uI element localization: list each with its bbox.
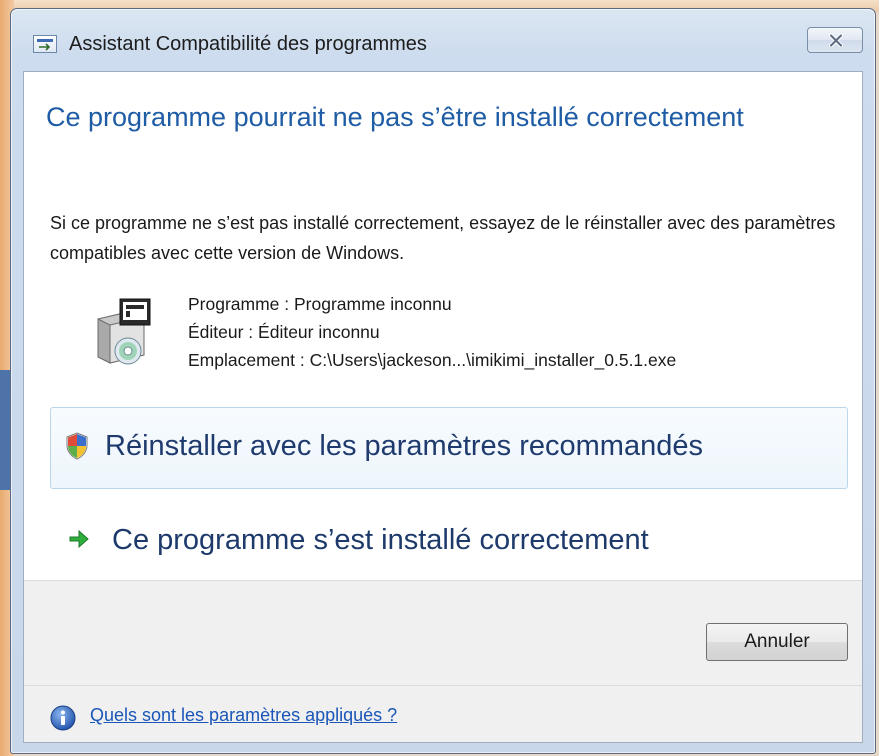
app-window-icon: [33, 35, 57, 53]
program-publisher: Éditeur : Éditeur inconnu: [188, 322, 380, 342]
dialog-content: Ce programme pourrait ne pas s’être inst…: [23, 71, 863, 743]
shield-icon: [65, 432, 89, 460]
cancel-button[interactable]: Annuler: [706, 623, 848, 661]
close-button[interactable]: [807, 27, 863, 53]
dialog-footer: Annuler Quels sont les paramètres appliq…: [24, 580, 862, 742]
footer-divider: [24, 685, 862, 686]
description-text: Si ce programme ne s’est pas installé co…: [50, 213, 836, 263]
reinstall-recommended-option[interactable]: Réinstaller avec les paramètres recomman…: [50, 407, 848, 489]
applied-settings-link[interactable]: Quels sont les paramètres appliqués ?: [90, 705, 397, 726]
reinstall-option-label: Réinstaller avec les paramètres recomman…: [105, 430, 703, 462]
program-location: Emplacement : C:\Users\jackeson...\imiki…: [188, 350, 677, 370]
title-bar[interactable]: Assistant Compatibilité des programmes: [11, 9, 875, 71]
compatibility-assistant-window: Assistant Compatibilité des programmes C…: [10, 8, 876, 754]
program-name: Programme : Programme inconnu: [188, 294, 452, 314]
installed-correctly-option[interactable]: Ce programme s’est installé correctement: [50, 500, 848, 582]
main-instruction: Ce programme pourrait ne pas s’être inst…: [46, 102, 744, 132]
window-title: Assistant Compatibilité des programmes: [69, 33, 427, 55]
desktop-window-edge: [0, 370, 10, 490]
installed-correctly-label: Ce programme s’est installé correctement: [112, 524, 649, 556]
green-arrow-icon: [68, 528, 92, 556]
close-icon: [829, 34, 843, 47]
installer-icon: [92, 297, 158, 369]
info-icon: [50, 705, 76, 731]
program-info: Programme : Programme inconnu Éditeur : …: [188, 290, 848, 374]
